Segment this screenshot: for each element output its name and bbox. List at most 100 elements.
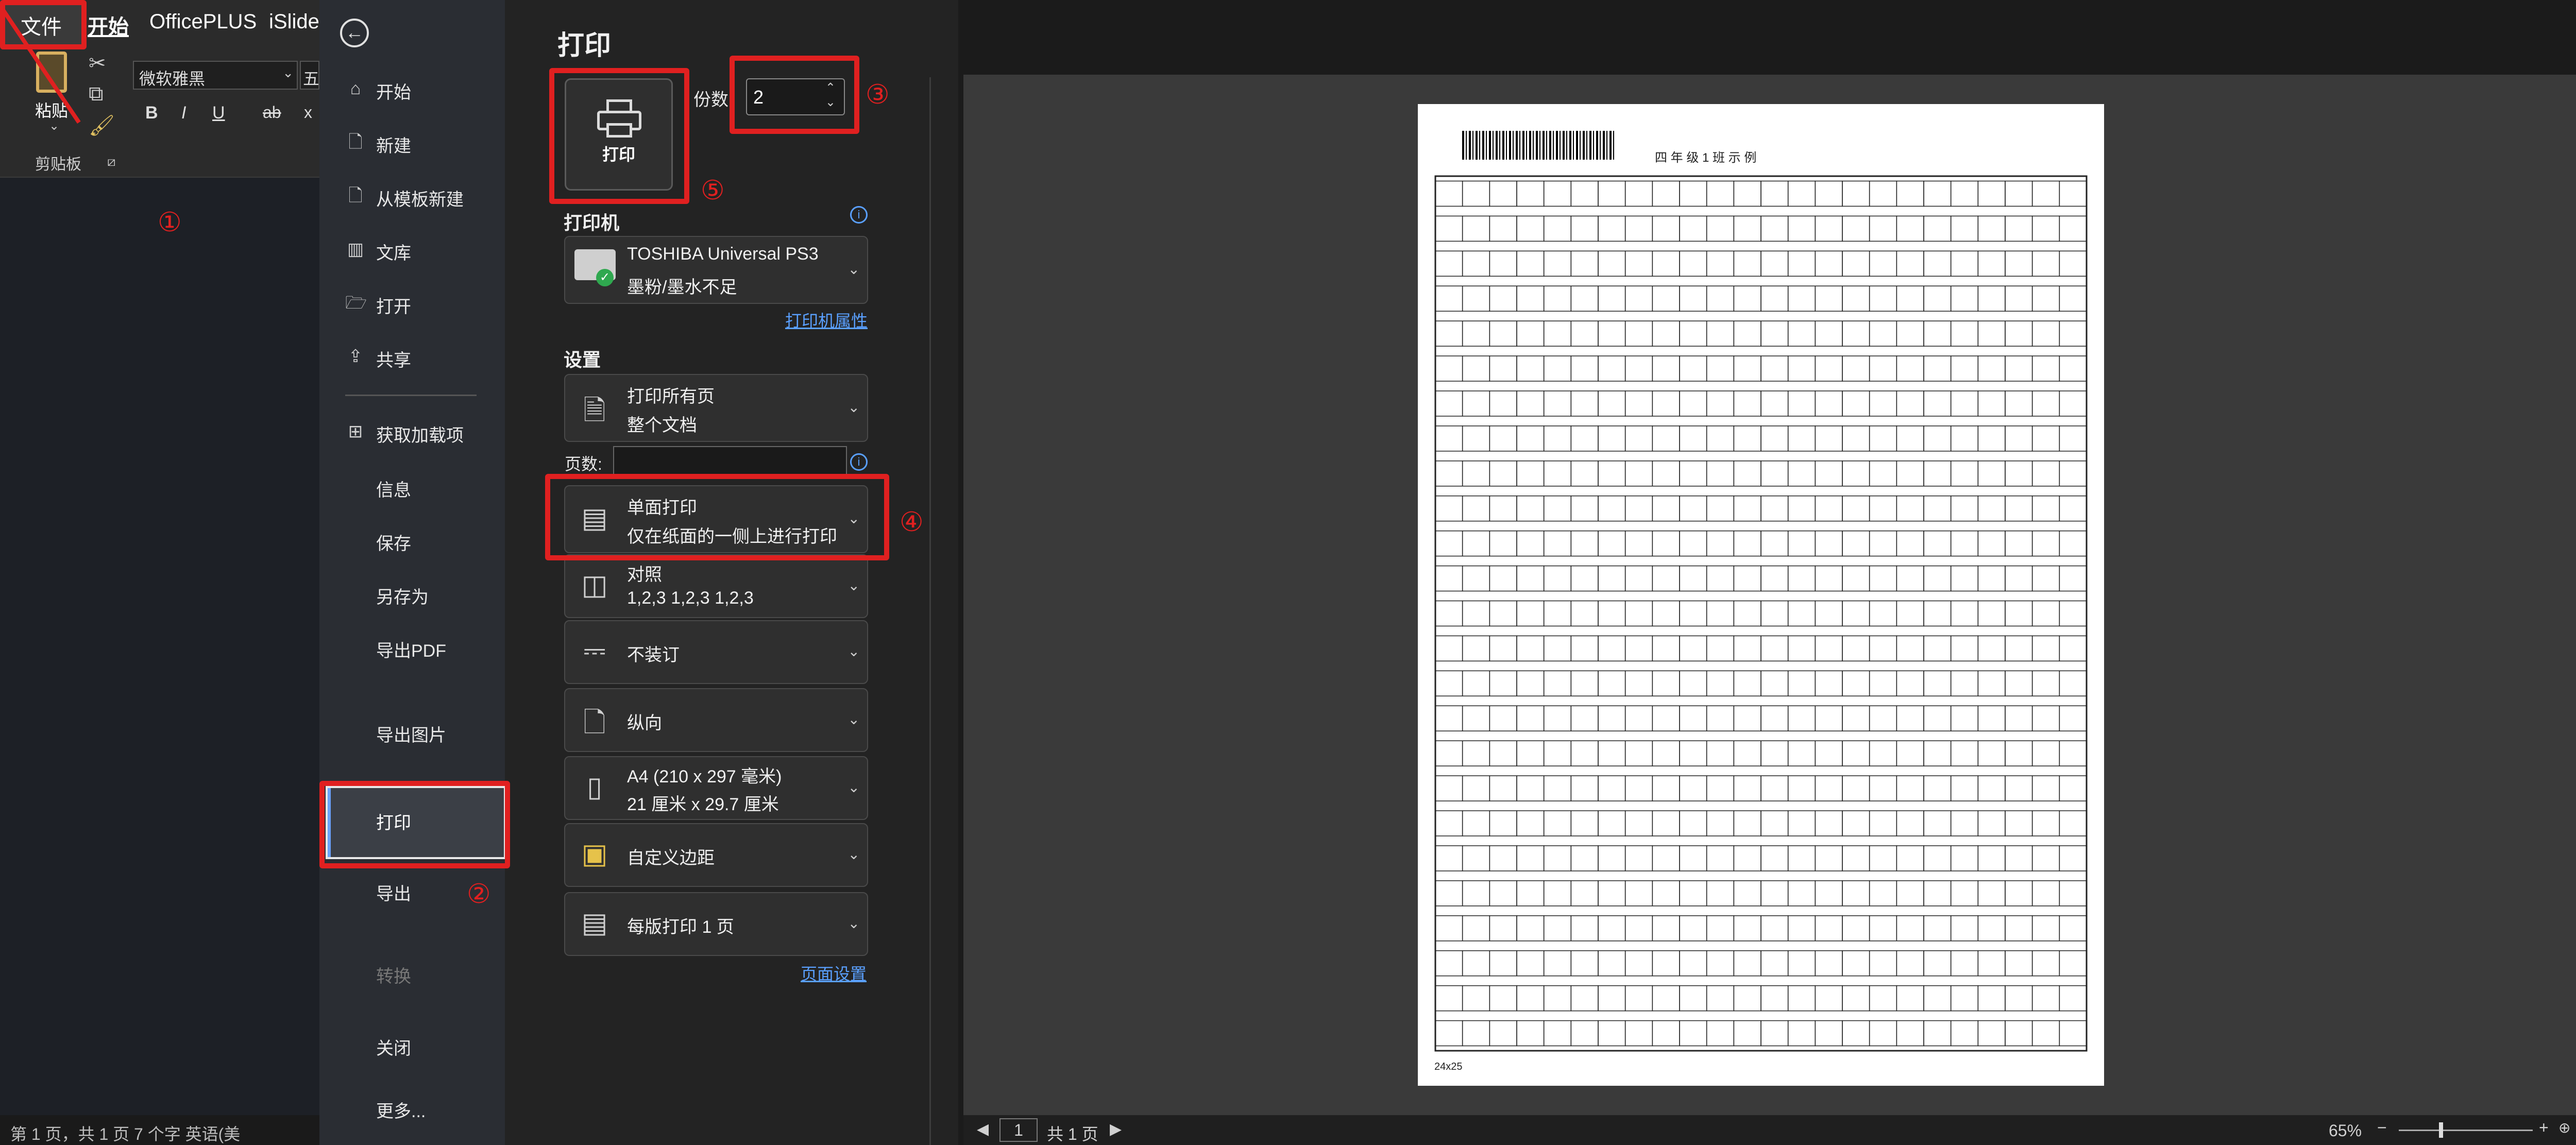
grid-cell (1787, 390, 1816, 417)
grid-cell (1815, 215, 1843, 242)
grid-cell (1733, 250, 1761, 277)
grid-cell (1815, 635, 1843, 662)
grid-cell (2005, 600, 2033, 627)
back-arrow-icon[interactable]: ← (340, 19, 369, 47)
grid-cell (1516, 1020, 1545, 1047)
grid-cell (1923, 180, 1952, 207)
underline-button[interactable]: U (212, 103, 225, 123)
annotation-number-4: ④ (900, 507, 924, 538)
grid-cell (1869, 950, 1897, 977)
grid-cell (1462, 810, 1490, 836)
grid-cell (1516, 880, 1545, 907)
nav-item-new[interactable]: 新建 (376, 132, 411, 157)
font-name-select[interactable]: 微软雅黑 ⌄ (133, 61, 298, 90)
prev-page-icon[interactable]: ◀ (977, 1120, 989, 1138)
grid-cell (1598, 635, 1626, 662)
grid-cell (1869, 915, 1897, 942)
nav-item-save-as[interactable]: 另存为 (376, 583, 429, 608)
next-page-icon[interactable]: ▶ (1110, 1120, 1122, 1138)
grid-cell (1977, 950, 2006, 977)
grid-cell (2031, 355, 2060, 382)
italic-button[interactable]: I (181, 103, 186, 123)
grid-cell (2059, 460, 2087, 487)
grid-cell (1923, 1020, 1952, 1047)
nav-item-export-image[interactable]: 导出图片 (376, 721, 446, 746)
info-icon[interactable]: i (850, 453, 868, 471)
grid-cell (2031, 215, 2060, 242)
bold-button[interactable]: B (145, 103, 158, 123)
subscript-button[interactable]: x (304, 103, 312, 122)
grid-cell (1435, 915, 1463, 942)
pages-per-sheet-select[interactable]: ▤ 每版打印 1 页 ⌄ (564, 892, 868, 956)
grid-cell (1760, 180, 1789, 207)
grid-cell (1977, 565, 2006, 592)
tab-home[interactable]: 开始 (88, 10, 129, 40)
grid-cell (1462, 355, 1490, 382)
print-range-select[interactable]: 🗎 打印所有页 整个文档 ⌄ (564, 374, 868, 442)
grid-cell (1869, 250, 1897, 277)
info-icon[interactable]: i (850, 206, 868, 224)
grid-cell (1652, 600, 1680, 627)
grid-cell (1760, 355, 1789, 382)
nav-item-get-add-ins[interactable]: 获取加载项 (376, 421, 464, 447)
collation-select[interactable]: ◫ 对照 1,2,3 1,2,3 1,2,3 ⌄ (564, 554, 868, 618)
printer-properties-link[interactable]: 打印机属性 (785, 308, 868, 332)
grid-cell (1624, 985, 1653, 1012)
preview-page: 四 年 级 1 班 示 例 24x25 (1418, 104, 2104, 1086)
grid-cell (1570, 565, 1599, 592)
nav-item-share[interactable]: 共享 (376, 346, 411, 371)
nav-item-library[interactable]: 文库 (376, 239, 411, 264)
nav-item-open[interactable]: 打开 (376, 293, 411, 318)
grid-cell (1706, 775, 1735, 801)
nav-item-export-pdf[interactable]: 导出PDF (376, 637, 446, 662)
grid-cell (2005, 670, 2033, 697)
nav-item-more[interactable]: 更多... (376, 1097, 426, 1122)
grid-cell (1733, 985, 1761, 1012)
grid-cell (1923, 530, 1952, 557)
staple-select[interactable]: ⎓ 不装订 ⌄ (564, 620, 868, 684)
fit-page-icon[interactable]: ⊕ (2558, 1119, 2570, 1136)
page-setup-link[interactable]: 页面设置 (801, 961, 867, 985)
tab-islide[interactable]: iSlide (269, 10, 319, 33)
tab-officeplus[interactable]: OfficePLUS (149, 10, 257, 33)
format-painter-icon[interactable]: 🖌 (89, 113, 115, 138)
grid-cell (1923, 355, 1952, 382)
grid-cell (1489, 565, 1517, 592)
nav-item-info[interactable]: 信息 (376, 476, 411, 501)
grid-cell (2059, 1020, 2087, 1047)
font-size-select[interactable]: 五 (300, 61, 319, 90)
strikethrough-button[interactable]: ab (263, 103, 281, 122)
grid-cell (2059, 985, 2087, 1012)
nav-item-home[interactable]: 开始 (376, 78, 411, 104)
copy-icon[interactable]: ⧉ (89, 82, 104, 106)
margins-select[interactable]: ▣ 自定义边距 ⌄ (564, 823, 868, 887)
grid-cell (1815, 565, 1843, 592)
grid-cell (1896, 670, 1924, 697)
cut-icon[interactable]: ✂ (89, 52, 106, 75)
grid-cell (1787, 180, 1816, 207)
pages-input[interactable] (613, 446, 847, 477)
nav-item-close[interactable]: 关闭 (376, 1034, 411, 1059)
paper-size-select[interactable]: ▯ A4 (210 x 297 毫米) 21 厘米 x 29.7 厘米 ⌄ (564, 756, 868, 820)
zoom-slider[interactable] (2399, 1122, 2533, 1138)
grid-cell (1706, 670, 1735, 697)
printer-select[interactable]: ✓ TOSHIBA Universal PS3 墨粉/墨水不足 ⌄ (564, 236, 868, 304)
nav-item-new-from-template[interactable]: 从模板新建 (376, 185, 464, 211)
page-number-input[interactable]: 1 (999, 1118, 1038, 1142)
zoom-slider-thumb[interactable] (2439, 1122, 2443, 1138)
grid-cell (1842, 950, 1870, 977)
collate-icon: ◫ (581, 570, 608, 601)
grid-cell (1896, 880, 1924, 907)
orientation-select[interactable]: 🗋 纵向 ⌄ (564, 688, 868, 752)
grid-cell (2059, 670, 2087, 697)
nav-item-export[interactable]: 导出 (376, 880, 411, 905)
nav-divider (345, 395, 477, 396)
nav-item-save[interactable]: 保存 (376, 529, 411, 555)
zoom-in-icon[interactable]: + (2539, 1118, 2549, 1137)
grid-cell (1950, 740, 1979, 766)
grid-cell (1489, 775, 1517, 801)
zoom-out-icon[interactable]: − (2377, 1118, 2387, 1137)
dialog-launcher-icon[interactable]: ⧄ (107, 153, 116, 170)
grid-cell (2031, 320, 2060, 347)
annotation-box-copies (730, 56, 859, 134)
